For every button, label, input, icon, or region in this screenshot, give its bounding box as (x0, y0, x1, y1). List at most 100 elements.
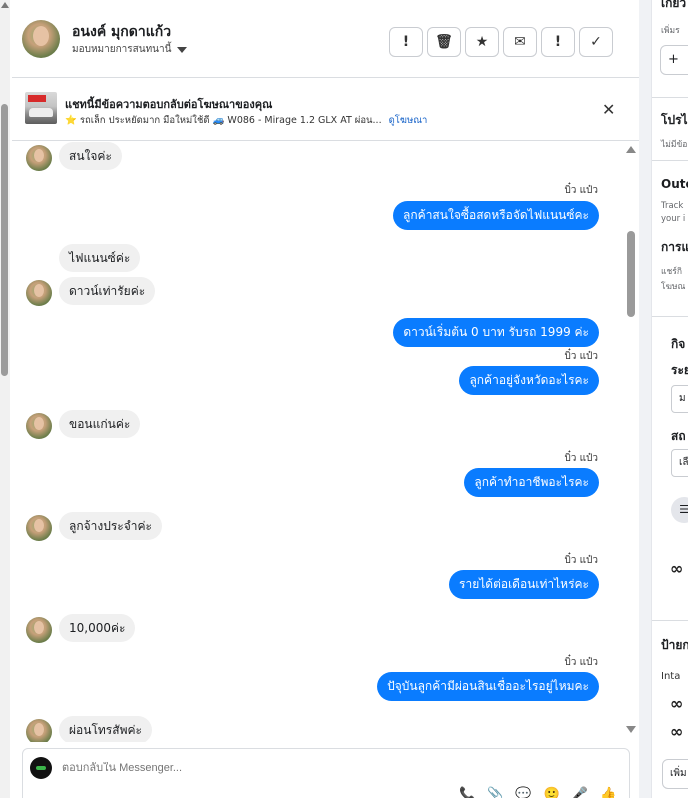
divider (652, 160, 688, 161)
mark-done-button[interactable]: ✓ (579, 27, 613, 57)
incoming-message: ขอนแก่นค่ะ (59, 410, 141, 438)
message-list: สนใจค่ะ บิ๋ว แป๋ว ลูกค้าสนใจซื้อสดหรือจั… (12, 142, 639, 742)
message-composer: 📞 📎 💬 🙂 🎤 👍 (22, 748, 630, 798)
add-details-button[interactable]: + (660, 45, 688, 75)
divider (652, 97, 688, 98)
conversation-panel: อนงค์ มุกดาแก้ว มอบหมายการสนทนานี้ ! 🗑 ★… (12, 0, 639, 798)
sender-name: บิ๋ว แป๋ว (564, 185, 598, 196)
trash-icon: 🗑 (435, 34, 453, 50)
sender-name: บิ๋ว แป๋ว (564, 555, 598, 566)
contact-avatar-small (26, 145, 52, 171)
attach-icon[interactable]: 📎 (487, 787, 503, 798)
contact-avatar-small (26, 413, 52, 439)
view-ad-link[interactable]: ดูโฆษณา (389, 115, 428, 126)
outgoing-message: ลูกค้าทำอาชีพอะไรคะ (464, 468, 599, 497)
call-icon[interactable]: 📞 (459, 787, 475, 798)
filter-icon[interactable]: ☰ (671, 497, 688, 523)
scroll-up-arrow-icon[interactable] (1, 2, 9, 8)
conversation-header: อนงค์ มุกดาแก้ว มอบหมายการสนทนานี้ ! 🗑 ★… (12, 0, 639, 78)
add-label-button[interactable]: เพิ่ม (662, 759, 688, 789)
spam-button[interactable]: ! (389, 27, 423, 57)
outgoing-message: รายได้ต่อเดือนเท่าไหร่คะ (449, 570, 599, 599)
divider (652, 316, 688, 317)
header-actions: ! 🗑 ★ ✉ ! ✓ (389, 27, 613, 57)
status-label: สถ (671, 429, 686, 443)
follow-up-button[interactable]: ! (541, 27, 575, 57)
close-icon[interactable]: ✕ (602, 100, 615, 119)
about-section-subtitle: เพิ่มร (661, 26, 680, 36)
spam-icon: ! (402, 34, 410, 50)
labels-section-title: ป้ายก (661, 638, 688, 652)
star-button[interactable]: ★ (465, 27, 499, 57)
incoming-message: 10,000ค่ะ (59, 614, 136, 642)
sharing-section-subtitle: แชร์กิ (661, 267, 682, 277)
delete-button[interactable]: 🗑 (427, 27, 461, 57)
ad-thumbnail (25, 92, 57, 124)
outgoing-message: ปัจุบันลูกค้ามีผ่อนสินเชื่ออะไรอยู่ไหมคะ (377, 672, 599, 701)
incoming-message: สนใจค่ะ (59, 142, 122, 170)
label-item[interactable]: Inta (661, 671, 680, 682)
profile-section-subtitle: ไม่มีข้อ (661, 140, 688, 150)
message-scrollbar[interactable] (624, 142, 638, 742)
outcomes-section-subtitle: your i (661, 214, 686, 224)
incoming-message: ดาวน์เท่ารัยค่ะ (59, 277, 156, 305)
sharing-section-subtitle: โฆษณ (661, 282, 686, 292)
contact-avatar-small (26, 617, 52, 643)
done-check-icon: ✓ (590, 34, 602, 50)
follow-up-icon: ! (554, 34, 562, 50)
saved-replies-icon[interactable]: 💬 (515, 787, 531, 798)
panel-divider (639, 0, 651, 798)
about-section-title: เกี่ยว (661, 0, 687, 10)
status-select[interactable]: เลื (671, 449, 688, 477)
ad-description: รถเล็ก ประหยัดมาก มือใหม่ใช้ดี 🚙 W086 - … (79, 115, 382, 126)
outcomes-section-subtitle: Track (661, 201, 684, 211)
sender-name: บิ๋ว แป๋ว (564, 453, 598, 464)
ad-banner-subtitle: ⭐ รถเล็ก ประหยัดมาก มือใหม่ใช้ดี 🚙 W086 … (65, 113, 427, 128)
scrollbar-thumb[interactable] (627, 231, 635, 317)
contact-avatar-small (26, 280, 52, 306)
scroll-up-arrow-icon[interactable] (626, 146, 636, 153)
activity-section-title: กิจ (671, 337, 686, 351)
incoming-message: ผ่อนโทรสัพค่ะ (59, 716, 152, 742)
contact-avatar-small (26, 515, 52, 541)
stage-select[interactable]: ม (671, 385, 688, 413)
composer-toolbar: 📞 📎 💬 🙂 🎤 👍 (459, 787, 616, 798)
sender-name: บิ๋ว แป๋ว (564, 351, 598, 362)
ad-banner-title: แชทนี้มีข้อความตอบกลับต่อโฆษณาของคุณ (65, 98, 273, 111)
like-icon[interactable]: 👍 (600, 787, 616, 798)
sender-name: บิ๋ว แป๋ว (564, 657, 598, 668)
ad-reply-banner: แชทนี้มีข้อความตอบกลับต่อโฆษณาของคุณ ⭐ ร… (12, 78, 639, 141)
contact-name[interactable]: อนงค์ มุกดาแก้ว (72, 21, 171, 43)
outgoing-message: ลูกค้าอยู่จังหวัดอะไรคะ (459, 366, 599, 395)
star-icon: ★ (475, 34, 489, 50)
scroll-down-arrow-icon[interactable] (626, 726, 636, 733)
sharing-section-title: การแ (661, 240, 688, 254)
divider (652, 620, 688, 621)
outgoing-message: ลูกค้าสนใจซื้อสดหรือจัดไฟแนนซ์คะ (393, 201, 599, 230)
outcomes-section-title: Outc (661, 177, 688, 191)
outgoing-message: ดาวน์เริ่มต้น 0 บาท รับรถ 1999 ค่ะ (393, 318, 599, 347)
page-logo (30, 757, 52, 779)
inbox-screen: อนงค์ มุกดาแก้ว มอบหมายการสนทนานี้ ! 🗑 ★… (0, 0, 688, 798)
assign-label: มอบหมายการสนทนานี้ (72, 44, 172, 55)
assign-conversation-dropdown[interactable]: มอบหมายการสนทนานี้ (72, 42, 188, 57)
contact-avatar-small (26, 719, 52, 742)
caret-down-icon (177, 46, 188, 53)
mark-unread-button[interactable]: ✉ (503, 27, 537, 57)
meta-icon: ∞ (670, 722, 684, 741)
meta-icon: ∞ (670, 559, 684, 578)
contact-details-sidebar: เกี่ยว เพิ่มร + โปรไ ไม่มีข้อ Outc Track… (651, 0, 688, 798)
mark-unread-icon: ✉ (514, 34, 526, 50)
page-scrollbar[interactable] (0, 0, 10, 798)
reply-input[interactable] (62, 762, 462, 774)
meta-icon: ∞ (670, 694, 684, 713)
voice-icon[interactable]: 🎤 (572, 787, 588, 798)
incoming-message: ไฟแนนซ์ค่ะ (59, 244, 141, 272)
profile-section-title: โปรไ (661, 113, 688, 127)
contact-avatar[interactable] (22, 20, 60, 58)
incoming-message: ลูกจ้างประจำค่ะ (59, 512, 162, 540)
star-emoji-icon: ⭐ (65, 115, 77, 126)
stage-label: ระย (671, 363, 688, 377)
emoji-icon[interactable]: 🙂 (544, 787, 560, 798)
scrollbar-thumb[interactable] (1, 104, 8, 376)
